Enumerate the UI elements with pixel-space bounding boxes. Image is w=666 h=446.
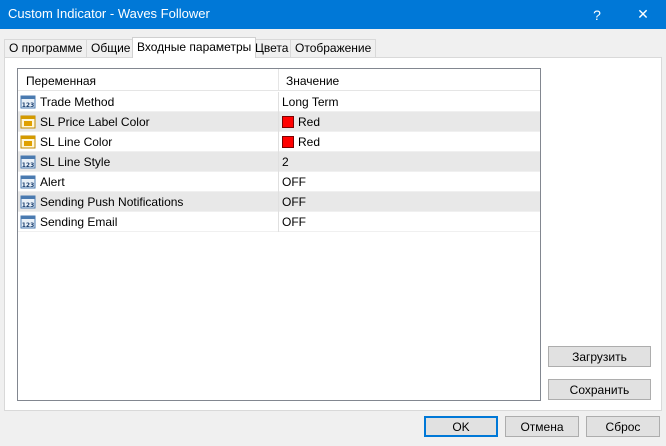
parameter-value[interactable]: Red bbox=[282, 115, 320, 129]
color-param-icon bbox=[20, 134, 36, 150]
parameter-name: Alert bbox=[40, 175, 65, 189]
parameter-value-text: OFF bbox=[282, 215, 306, 229]
color-swatch bbox=[282, 116, 294, 128]
table-row[interactable]: 123 Alert OFF bbox=[18, 172, 540, 192]
number-param-icon: 123 bbox=[20, 214, 36, 230]
svg-text:123: 123 bbox=[22, 162, 35, 169]
parameter-value[interactable]: OFF bbox=[282, 215, 306, 229]
parameter-value[interactable]: 2 bbox=[282, 155, 289, 169]
parameter-value-text: OFF bbox=[282, 195, 306, 209]
parameter-value-text: Red bbox=[298, 135, 321, 149]
tab-visualization[interactable]: Отображение bbox=[290, 39, 377, 58]
svg-text:123: 123 bbox=[22, 102, 35, 109]
parameter-value[interactable]: Long Term bbox=[282, 95, 338, 109]
svg-text:123: 123 bbox=[22, 222, 35, 229]
ok-button[interactable]: OK bbox=[424, 416, 498, 437]
help-button[interactable]: ? bbox=[574, 0, 620, 29]
column-divider bbox=[278, 92, 279, 112]
table-row[interactable]: 123 Sending Email OFF bbox=[18, 212, 540, 232]
title-bar: Custom Indicator - Waves Follower ? ✕ bbox=[0, 0, 666, 29]
window-title: Custom Indicator - Waves Follower bbox=[8, 6, 210, 21]
column-divider bbox=[278, 172, 279, 192]
column-divider[interactable] bbox=[278, 69, 279, 91]
column-header-variable[interactable]: Переменная bbox=[26, 74, 96, 88]
number-param-icon: 123 bbox=[20, 154, 36, 170]
tab-common[interactable]: Общие bbox=[86, 39, 136, 58]
column-divider bbox=[278, 112, 279, 132]
table-row[interactable]: 123 Sending Push Notifications OFF bbox=[18, 192, 540, 212]
parameter-value[interactable]: OFF bbox=[282, 195, 306, 209]
parameter-name: SL Line Style bbox=[40, 155, 111, 169]
reset-button[interactable]: Сброс bbox=[586, 416, 660, 437]
svg-text:123: 123 bbox=[22, 182, 35, 189]
tab-colors[interactable]: Цвета bbox=[250, 39, 294, 58]
color-swatch bbox=[282, 136, 294, 148]
number-param-icon: 123 bbox=[20, 174, 36, 190]
cancel-button[interactable]: Отмена bbox=[505, 416, 579, 437]
parameter-name: SL Line Color bbox=[40, 135, 113, 149]
tab-inputs[interactable]: Входные параметры bbox=[132, 37, 257, 58]
parameters-grid: Переменная Значение 123 Trade Method Long … bbox=[17, 68, 541, 401]
table-row[interactable]: SL Price Label Color Red bbox=[18, 112, 540, 132]
number-param-icon: 123 bbox=[20, 94, 36, 110]
column-divider bbox=[278, 212, 279, 232]
load-button[interactable]: Загрузить bbox=[548, 346, 651, 367]
table-row[interactable]: 123 SL Line Style 2 bbox=[18, 152, 540, 172]
column-divider bbox=[278, 132, 279, 152]
parameter-value-text: OFF bbox=[282, 175, 306, 189]
parameter-value[interactable]: Red bbox=[282, 135, 320, 149]
number-param-icon: 123 bbox=[20, 194, 36, 210]
tab-about[interactable]: О программе bbox=[4, 39, 88, 58]
close-icon: ✕ bbox=[637, 6, 649, 22]
parameter-value[interactable]: OFF bbox=[282, 175, 306, 189]
column-divider bbox=[278, 192, 279, 212]
parameter-value-text: Red bbox=[298, 115, 321, 129]
grid-header: Переменная Значение bbox=[18, 69, 540, 91]
close-button[interactable]: ✕ bbox=[620, 0, 666, 29]
parameter-value-text: Long Term bbox=[282, 95, 339, 109]
save-button[interactable]: Сохранить bbox=[548, 379, 651, 400]
column-header-value[interactable]: Значение bbox=[286, 74, 339, 88]
column-divider bbox=[278, 152, 279, 172]
parameter-value-text: 2 bbox=[282, 155, 289, 169]
svg-text:123: 123 bbox=[22, 202, 35, 209]
parameter-name: Trade Method bbox=[40, 95, 115, 109]
table-row[interactable]: 123 Trade Method Long Term bbox=[18, 92, 540, 112]
parameter-name: Sending Push Notifications bbox=[40, 195, 184, 209]
color-param-icon bbox=[20, 114, 36, 130]
parameter-name: Sending Email bbox=[40, 215, 118, 229]
table-row[interactable]: SL Line Color Red bbox=[18, 132, 540, 152]
parameter-name: SL Price Label Color bbox=[40, 115, 150, 129]
